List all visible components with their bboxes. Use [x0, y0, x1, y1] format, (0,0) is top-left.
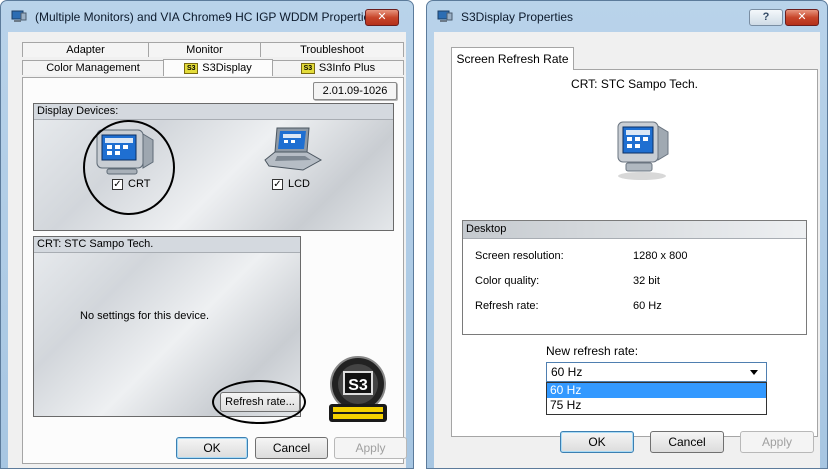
- window2-close-button[interactable]: ✕: [785, 9, 819, 26]
- apply-button[interactable]: Apply: [334, 437, 407, 459]
- logo-s3-text: S3: [348, 377, 368, 394]
- close-icon: ✕: [797, 11, 807, 23]
- s3display-panel: 2.01.09-1026 Display Devices: ✓ CRT ✓ LC…: [22, 77, 404, 464]
- refresh-rate-row: Refresh rate: 60 Hz: [463, 300, 806, 316]
- tab-color-management[interactable]: Color Management: [22, 60, 164, 75]
- screen-resolution-label: Screen resolution:: [475, 250, 564, 262]
- s3-tab-icon: S3: [300, 62, 315, 74]
- crt-checkbox[interactable]: ✓: [112, 179, 123, 190]
- version-button[interactable]: 2.01.09-1026: [313, 82, 397, 100]
- screen-resolution-row: Screen resolution: 1280 x 800: [463, 250, 806, 266]
- tab-monitor-label: Monitor: [186, 44, 223, 56]
- refresh-rate-value: 60 Hz: [633, 300, 662, 312]
- display-properties-window: (Multiple Monitors) and VIA Chrome9 HC I…: [0, 0, 414, 469]
- crt-settings-group: CRT: STC Sampo Tech. No settings for thi…: [33, 236, 301, 417]
- color-quality-value: 32 bit: [633, 275, 660, 287]
- display-devices-group: Display Devices: ✓ CRT ✓ LCD: [33, 103, 394, 231]
- lcd-checkbox[interactable]: ✓: [272, 179, 283, 190]
- window2-titlebar[interactable]: S3Display Properties ? ✕: [427, 1, 827, 31]
- new-refresh-rate-label: New refresh rate:: [546, 344, 639, 358]
- help-icon: ?: [762, 11, 770, 23]
- crt-label: CRT: [128, 178, 151, 190]
- s3-tab-icon: S3: [184, 62, 199, 74]
- no-settings-text: No settings for this device.: [80, 310, 210, 322]
- tab-s3display-label: S3Display: [202, 62, 252, 74]
- window2-client: Screen Refresh Rate CRT: STC Sampo Tech.…: [434, 32, 820, 468]
- tab-screen-refresh-rate[interactable]: Screen Refresh Rate: [451, 47, 574, 70]
- monitor-app-icon: [437, 10, 453, 22]
- cancel-button[interactable]: Cancel: [650, 431, 724, 453]
- option-60-hz[interactable]: 60 Hz: [547, 383, 766, 398]
- crt-settings-header: CRT: STC Sampo Tech.: [34, 237, 300, 253]
- tab-adapter-label: Adapter: [66, 44, 105, 56]
- refresh-rate-button[interactable]: Refresh rate...: [220, 392, 300, 412]
- screen-resolution-value: 1280 x 800: [633, 250, 688, 262]
- desktop-header: Desktop: [463, 221, 806, 239]
- window1-titlebar[interactable]: (Multiple Monitors) and VIA Chrome9 HC I…: [1, 1, 413, 31]
- tab-s3display[interactable]: S3 S3Display: [163, 59, 273, 76]
- apply-button[interactable]: Apply: [740, 431, 814, 453]
- lcd-label: LCD: [288, 178, 311, 190]
- refresh-rate-label: Refresh rate:: [475, 300, 539, 312]
- color-quality-label: Color quality:: [475, 275, 540, 287]
- help-button[interactable]: ?: [749, 9, 783, 26]
- tab-monitor[interactable]: Monitor: [148, 42, 261, 57]
- tab-s3info-plus-label: S3Info Plus: [318, 62, 376, 74]
- close-icon: ✕: [377, 11, 387, 23]
- tab-color-management-label: Color Management: [46, 62, 140, 74]
- crt-monitor-icon[interactable]: [89, 128, 159, 176]
- s3-graphics-logo: S3: [329, 356, 387, 422]
- device-title: CRT: STC Sampo Tech.: [571, 77, 698, 91]
- desktop-group: Desktop Screen resolution: 1280 x 800 Co…: [462, 220, 807, 335]
- lcd-laptop-icon[interactable]: [263, 126, 323, 172]
- ok-button[interactable]: OK: [176, 437, 248, 459]
- tab-s3info-plus[interactable]: S3 S3Info Plus: [272, 60, 404, 75]
- refresh-rate-select[interactable]: 60 Hz: [546, 362, 767, 382]
- window2-title: S3Display Properties: [461, 10, 574, 24]
- display-devices-label: Display Devices:: [34, 104, 393, 120]
- tab-adapter[interactable]: Adapter: [22, 42, 149, 57]
- window1-title: (Multiple Monitors) and VIA Chrome9 HC I…: [35, 10, 377, 24]
- tab-troubleshoot-label: Troubleshoot: [300, 44, 364, 56]
- crt-monitor-icon: [617, 121, 669, 180]
- ok-button[interactable]: OK: [560, 431, 634, 453]
- selected-rate: 60 Hz: [551, 365, 583, 379]
- chevron-down-icon[interactable]: [750, 370, 758, 375]
- refresh-rate-panel: CRT: STC Sampo Tech. Desktop Screen reso…: [451, 69, 818, 437]
- color-quality-row: Color quality: 32 bit: [463, 275, 806, 291]
- refresh-rate-dropdown-list: 60 Hz 75 Hz: [546, 382, 767, 415]
- tab-troubleshoot[interactable]: Troubleshoot: [260, 42, 404, 57]
- cancel-button[interactable]: Cancel: [255, 437, 328, 459]
- monitor-app-icon: [11, 10, 27, 22]
- window1-close-button[interactable]: ✕: [365, 9, 399, 26]
- s3display-properties-window: S3Display Properties ? ✕ Screen Refresh …: [426, 0, 828, 469]
- option-75-hz[interactable]: 75 Hz: [547, 398, 766, 413]
